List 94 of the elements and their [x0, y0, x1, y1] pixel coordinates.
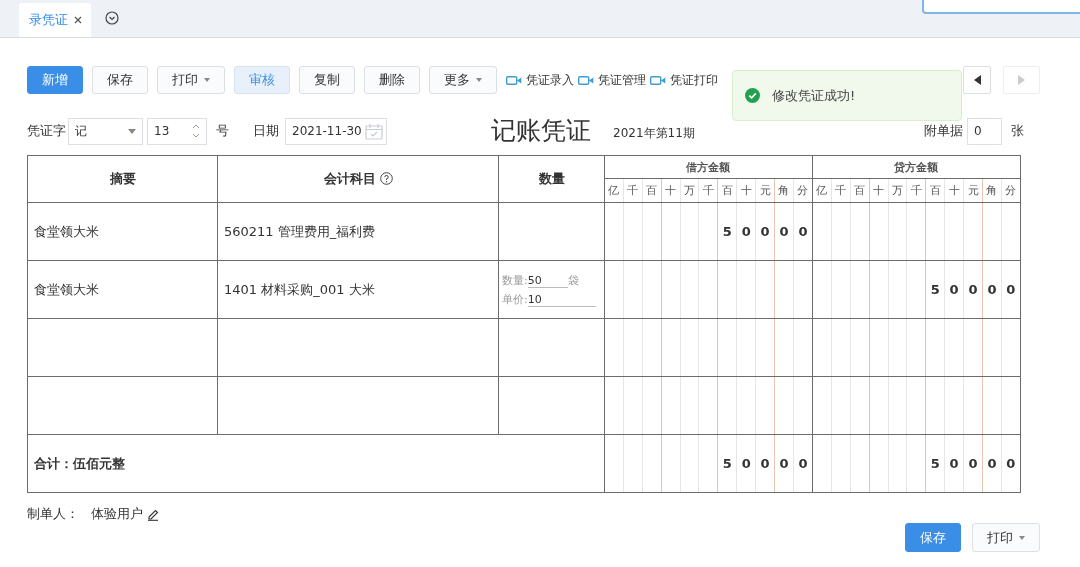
unit-header: 亿: [604, 178, 624, 203]
field-label: 日期: [253, 122, 279, 140]
column-header: 贷方金额: [812, 155, 1021, 179]
unit-header: 千: [623, 178, 643, 203]
account-cell[interactable]: 1401 材料采购_001 大米: [224, 281, 375, 297]
video-camera-icon: [650, 74, 666, 86]
unit-header: 万: [888, 178, 907, 203]
toolbar-button[interactable]: 删除: [364, 66, 420, 94]
amount-digit: 0: [949, 456, 959, 471]
amount-digit: 0: [779, 456, 789, 471]
amount-digit: 0: [741, 224, 751, 239]
unit-header: 分: [1001, 178, 1021, 203]
voucher-title: 记账凭证: [491, 116, 591, 146]
unit-header: 千: [698, 178, 718, 203]
maker-name: 体验用户: [91, 505, 143, 523]
amount-digit: 0: [987, 456, 997, 471]
column-header: 摘要: [27, 155, 218, 203]
unit-header: 角: [774, 178, 794, 203]
attachments-field[interactable]: 0: [967, 117, 1002, 145]
unit-header: 千: [831, 178, 851, 203]
quantity-label: 数量:: [502, 272, 528, 288]
amount-digit: 0: [987, 282, 997, 297]
field-label: 附单据: [924, 122, 963, 140]
field-label: 号: [216, 122, 229, 140]
unit-header: 百: [717, 178, 737, 203]
caret-icon: [128, 128, 136, 134]
field-label: 凭证字: [27, 122, 66, 140]
unit-header: 亿: [812, 178, 832, 203]
close-icon[interactable]: [74, 16, 82, 24]
amount-digit: 0: [798, 456, 808, 471]
previous-button[interactable]: [963, 66, 991, 94]
amount-digit: 5: [930, 456, 940, 471]
triangle-left-icon: [973, 75, 981, 85]
toolbar-button[interactable]: 更多: [429, 66, 497, 94]
amount-digit: 0: [741, 456, 751, 471]
amount-digit: 0: [798, 224, 808, 239]
unit-label: 袋: [567, 272, 579, 288]
toolbar-button[interactable]: 保存: [92, 66, 148, 94]
footer-button[interactable]: 打印: [972, 523, 1040, 552]
price-field[interactable]: 10: [527, 292, 596, 307]
summary-cell[interactable]: 食堂领大米: [34, 281, 99, 297]
amount-digit: 0: [1006, 282, 1016, 297]
unit-header: 百: [925, 178, 945, 203]
amount-digit: 0: [779, 224, 789, 239]
unit-header: 百: [642, 178, 662, 203]
unit-header: 百: [850, 178, 870, 203]
account-cell[interactable]: 560211 管理费用_福利费: [224, 223, 376, 239]
voucher-word-select[interactable]: 记: [68, 117, 143, 145]
column-header: 借方金额: [604, 155, 813, 179]
video-camera-icon: [506, 74, 522, 86]
toast-message: 修改凭证成功!: [772, 86, 856, 105]
maker-label: 制单人：: [27, 505, 79, 523]
amount-digit: 0: [1006, 456, 1016, 471]
spinner-icon[interactable]: [192, 123, 200, 139]
quantity-field[interactable]: 50: [527, 273, 568, 288]
page-tab[interactable]: 录凭证: [19, 3, 91, 37]
amount-digit: 0: [949, 282, 959, 297]
pencil-icon[interactable]: [147, 507, 160, 521]
video-link[interactable]: 凭证管理: [578, 71, 646, 89]
toolbar-button[interactable]: 打印: [157, 66, 225, 94]
period-text: 2021年第11期: [613, 125, 695, 142]
price-label: 单价:: [502, 291, 528, 307]
amount-digit: 5: [722, 456, 732, 471]
field-label: 张: [1011, 122, 1024, 140]
triangle-right-icon: [1018, 75, 1025, 85]
amount-digit: 0: [760, 224, 770, 239]
amount-digit: 0: [968, 456, 978, 471]
unit-header: 万: [680, 178, 699, 203]
column-header: 数量: [498, 155, 605, 203]
unit-header: 元: [963, 178, 983, 203]
unit-header: 十: [736, 178, 756, 203]
unit-header: 十: [944, 178, 964, 203]
check-circle-icon: [745, 88, 760, 103]
amount-digit: 5: [722, 224, 732, 239]
unit-header: 十: [661, 178, 681, 203]
help-icon[interactable]: [379, 172, 393, 185]
date-field[interactable]: 2021-11-30: [285, 117, 387, 145]
video-link[interactable]: 凭证打印: [650, 71, 718, 89]
chevron-down-circle-icon[interactable]: [105, 11, 119, 25]
unit-header: 十: [869, 178, 888, 203]
unit-header: 千: [906, 178, 926, 203]
amount-digit: 5: [930, 282, 940, 297]
toolbar-button[interactable]: 复制: [299, 66, 355, 94]
number-field[interactable]: 13: [147, 117, 207, 145]
summary-cell[interactable]: 食堂领大米: [34, 223, 99, 239]
unit-header: 元: [755, 178, 775, 203]
amount-digit: 0: [760, 456, 770, 471]
video-link[interactable]: 凭证录入: [506, 71, 574, 89]
unit-header: 分: [793, 178, 813, 203]
total-text: 合计：伍佰元整: [34, 455, 125, 471]
column-header: 会计科目: [217, 155, 499, 203]
video-camera-icon: [578, 74, 594, 86]
unit-header: 角: [982, 178, 1002, 203]
amount-digit: 0: [968, 282, 978, 297]
